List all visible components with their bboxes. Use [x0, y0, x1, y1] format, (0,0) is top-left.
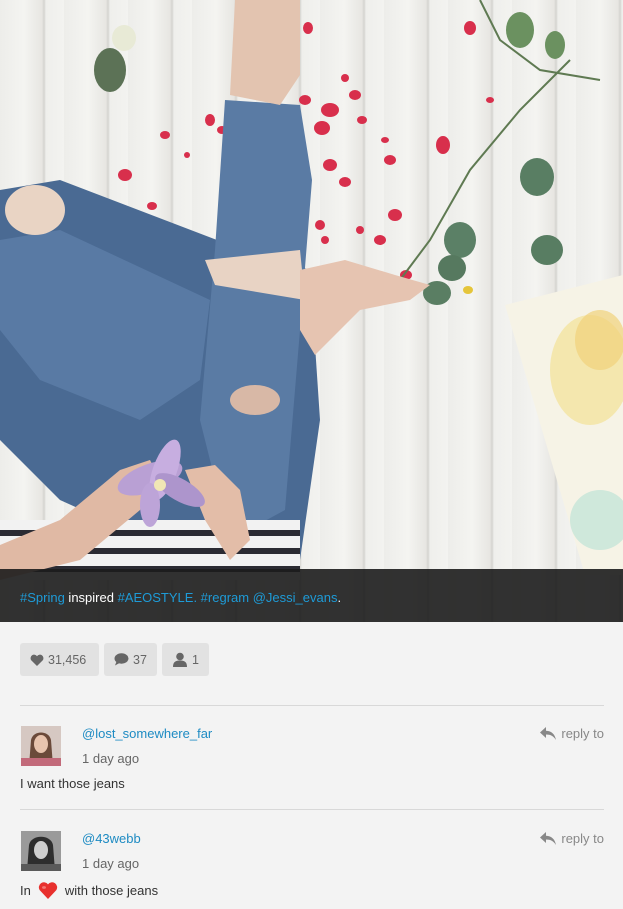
avatar-image [21, 831, 61, 871]
tagged-users-button[interactable]: 1 [162, 643, 209, 676]
comment-username[interactable]: @43webb [82, 831, 141, 846]
comment-body: I want those jeans [20, 776, 125, 791]
reply-button[interactable]: reply to [540, 726, 604, 741]
user-icon [173, 652, 187, 667]
tagged-users-count: 1 [192, 652, 199, 667]
comment-timestamp: 1 day ago [82, 856, 140, 871]
comment-body-after: with those jeans [64, 882, 159, 898]
comments-count: 37 [133, 652, 147, 667]
comment-body-before: In [20, 882, 31, 898]
likes-count-button[interactable]: 31,456 [20, 643, 99, 676]
comments-count-button[interactable]: 37 [104, 643, 157, 676]
reply-label: reply to [561, 831, 604, 846]
comment-item: @43webb 1 day ago In with those jeans re… [20, 831, 604, 909]
reply-label: reply to [561, 726, 604, 741]
hashtag-aeostyle[interactable]: #AEOSTYLE [118, 590, 194, 605]
post-stats: 31,456 37 1 [20, 643, 209, 676]
reply-arrow-icon [540, 727, 557, 740]
comment-text: In with those jeans [20, 881, 158, 899]
heart-icon [30, 654, 44, 666]
reply-button[interactable]: reply to [540, 831, 604, 846]
likes-count: 31,456 [48, 652, 87, 667]
post-photo[interactable]: #Spring inspired #AEOSTYLE. #regram @Jes… [0, 0, 623, 622]
reply-arrow-icon [540, 832, 557, 845]
comment-username[interactable]: @lost_somewhere_far [82, 726, 212, 741]
avatar-image [21, 726, 61, 766]
divider [20, 809, 604, 810]
caption-period: . [337, 590, 342, 605]
divider [20, 705, 604, 706]
hashtag-spring[interactable]: #Spring [20, 590, 65, 605]
hashtag-regram[interactable]: #regram [201, 590, 249, 605]
caption-text: inspired [64, 590, 118, 605]
photo-illustration [0, 0, 623, 580]
comment-timestamp: 1 day ago [82, 751, 140, 766]
speech-bubble-icon [114, 653, 129, 666]
avatar[interactable] [21, 726, 61, 766]
heart-emoji-icon [38, 882, 57, 899]
photo-caption: #Spring inspired #AEOSTYLE. #regram @Jes… [0, 569, 623, 622]
comment-text: I want those jeans [20, 776, 125, 791]
watercolor-paper [505, 275, 623, 575]
avatar[interactable] [21, 831, 61, 871]
comment-item: @lost_somewhere_far 1 day ago I want tho… [20, 726, 604, 822]
mention-jessi-evans[interactable]: @Jessi_evans [253, 590, 338, 605]
caption-punctuation: . [193, 590, 201, 605]
